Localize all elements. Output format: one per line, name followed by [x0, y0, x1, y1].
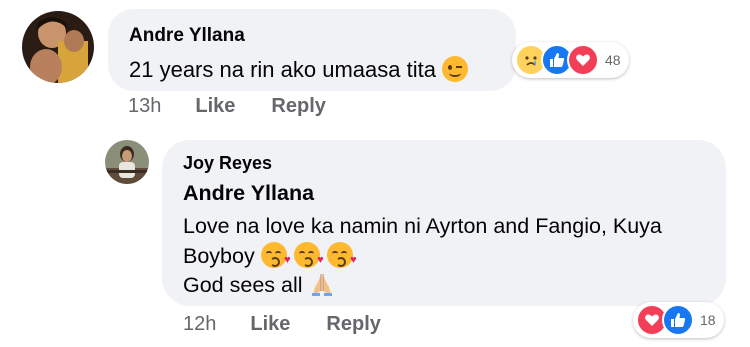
comment-timestamp[interactable]: 13h: [128, 95, 161, 118]
heart-icon: [567, 44, 599, 76]
face-blowing-kiss-icon: ♥: [293, 242, 324, 268]
reply-text-segment: Boyboy: [183, 244, 255, 268]
avatar-andre[interactable]: [22, 11, 94, 83]
reply-text-line1: Love na love ka namin ni Ayrton and Fang…: [183, 214, 662, 238]
reply-button[interactable]: Reply: [271, 95, 325, 118]
comment-author[interactable]: Andre Yllana: [129, 25, 245, 47]
winking-face-icon: [442, 56, 469, 82]
reaction-summary[interactable]: 48: [512, 42, 629, 78]
like-button[interactable]: Like: [195, 95, 235, 118]
folded-hands-icon: [309, 271, 335, 297]
avatar-joy[interactable]: [105, 140, 149, 184]
reply-text-line3: God sees all: [183, 271, 335, 298]
like-button[interactable]: Like: [250, 313, 290, 336]
reply-button[interactable]: Reply: [326, 313, 380, 336]
like-icon: [662, 304, 694, 336]
comment-bubble: Andre Yllana 21 years na rin ako umaasa …: [108, 9, 516, 91]
reply-mention[interactable]: Andre Yllana: [183, 181, 314, 206]
reply-reaction-summary[interactable]: 18: [633, 302, 724, 338]
face-blowing-kiss-icon: ♥: [260, 242, 291, 268]
comment-actions: 13h Like Reply: [128, 95, 326, 118]
comment-body: 21 years na rin ako umaasa tita: [129, 57, 436, 82]
reply-text-segment: God sees all: [183, 273, 303, 297]
reply-author[interactable]: Joy Reyes: [183, 153, 272, 174]
reply-actions: 12h Like Reply: [183, 313, 381, 336]
comment-text: 21 years na rin ako umaasa tita: [129, 56, 469, 83]
reply-timestamp[interactable]: 12h: [183, 313, 216, 336]
reply-text-line2: Boyboy ♥ ♥ ♥: [183, 242, 357, 269]
reaction-count: 18: [700, 312, 716, 328]
reaction-count: 48: [605, 52, 621, 68]
reply-bubble: Joy Reyes Andre Yllana Love na love ka n…: [162, 140, 726, 306]
face-blowing-kiss-icon: ♥: [326, 242, 357, 268]
